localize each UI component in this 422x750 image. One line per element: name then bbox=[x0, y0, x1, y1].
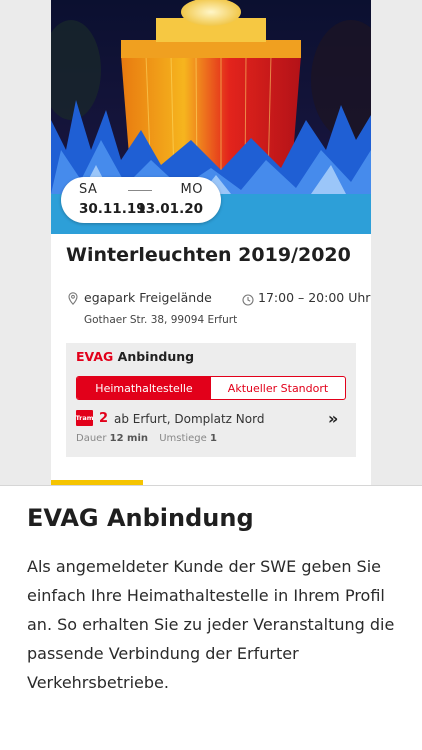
panel-body-text: Als angemeldeter Kunde der SWE geben Sie… bbox=[27, 557, 395, 692]
phone-preview-area: SA MO 30.11.19 13.01.20 Winterleuchten 2… bbox=[0, 0, 422, 485]
date-separator bbox=[128, 190, 152, 191]
evag-heading: EVAG Anbindung bbox=[76, 349, 194, 364]
tram-icon: Tram bbox=[75, 410, 94, 426]
duration-value: 12 min bbox=[109, 433, 148, 444]
transfers-label: Umstiege bbox=[159, 433, 207, 444]
tab-heimathaltestelle[interactable]: Heimathaltestelle bbox=[77, 377, 211, 399]
event-time: 17:00 – 20:00 Uhr bbox=[258, 290, 371, 305]
location-address: Gothaer Str. 38, 99094 Erfurt bbox=[84, 314, 238, 326]
event-date-range: SA MO 30.11.19 13.01.20 bbox=[61, 177, 221, 223]
map-pin-icon bbox=[68, 290, 78, 309]
evag-brand: EVAG bbox=[76, 349, 114, 364]
start-day: SA bbox=[79, 182, 98, 197]
tram-line-number: 2 bbox=[99, 411, 109, 426]
event-hero-image bbox=[51, 0, 371, 194]
connection-meta: Dauer 12 min Umstiege 1 bbox=[76, 433, 217, 444]
event-title: Winterleuchten 2019/2020 bbox=[66, 244, 351, 266]
double-chevron-right-icon[interactable]: » bbox=[328, 409, 338, 428]
duration-label: Dauer bbox=[76, 433, 107, 444]
transfers-value: 1 bbox=[210, 433, 217, 444]
event-card[interactable]: SA MO 30.11.19 13.01.20 Winterleuchten 2… bbox=[51, 0, 371, 485]
connection-route: ab Erfurt, Domplatz Nord bbox=[114, 412, 265, 426]
feature-description-panel: EVAG Anbindung Als angemeldeter Kunde de… bbox=[0, 485, 422, 750]
tab-aktueller-standort[interactable]: Aktueller Standort bbox=[211, 377, 345, 399]
evag-heading-rest: Anbindung bbox=[113, 349, 195, 364]
end-date: 13.01.20 bbox=[136, 201, 203, 217]
panel-title: EVAG Anbindung bbox=[27, 504, 254, 532]
end-day: MO bbox=[180, 182, 203, 197]
location-name: egapark Freigelände bbox=[84, 290, 212, 305]
clock-icon bbox=[242, 291, 254, 310]
stop-source-toggle[interactable]: Heimathaltestelle Aktueller Standort bbox=[76, 376, 346, 400]
evag-connection-box: EVAG Anbindung Heimathaltestelle Aktuell… bbox=[66, 343, 356, 457]
